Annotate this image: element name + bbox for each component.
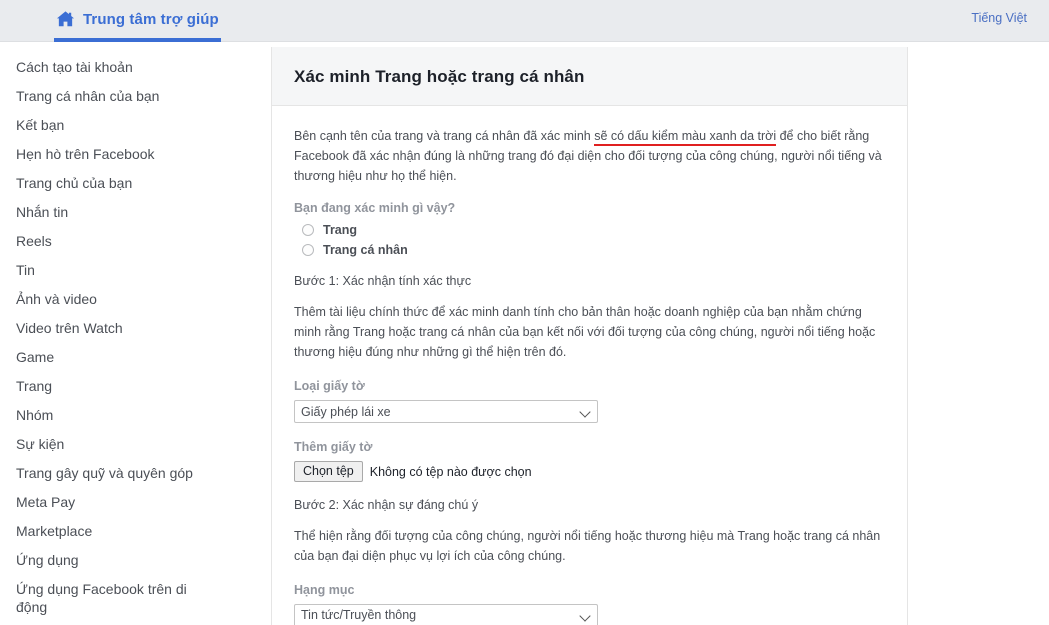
radio-option-page[interactable]: Trang	[302, 222, 885, 238]
document-type-select[interactable]: Giấy phép lái xe	[294, 400, 598, 423]
language-selector[interactable]: Tiếng Việt	[971, 11, 1027, 25]
step1-description: Thêm tài liệu chính thức để xác minh dan…	[294, 305, 876, 359]
verify-question-label: Bạn đang xác minh gì vậy?	[294, 201, 456, 215]
sidebar-item-16[interactable]: Marketplace	[0, 522, 250, 540]
sidebar-item-13[interactable]: Sự kiện	[0, 435, 250, 453]
sidebar-item-0[interactable]: Cách tạo tài khoản	[0, 58, 250, 76]
radio-option-profile[interactable]: Trang cá nhân	[302, 242, 885, 258]
sidebar-item-5[interactable]: Nhắn tin	[0, 203, 250, 221]
intro-paragraph: Bên cạnh tên của trang và trang cá nhân …	[294, 126, 885, 186]
sidebar-item-1[interactable]: Trang cá nhân của bạn	[0, 87, 250, 105]
document-type-select-wrap: Giấy phép lái xe	[294, 400, 598, 423]
sidebar-nav: Cách tạo tài khoản Trang cá nhân của bạn…	[0, 42, 250, 625]
radio-label-page: Trang	[323, 223, 358, 237]
sidebar-item-3[interactable]: Hẹn hò trên Facebook	[0, 145, 250, 163]
top-bar: Trung tâm trợ giúp Tiếng Việt	[0, 0, 1049, 42]
sidebar-item-17[interactable]: Ứng dụng	[0, 551, 250, 569]
radio-circle-icon[interactable]	[302, 244, 314, 256]
sidebar-item-7[interactable]: Tin	[0, 261, 250, 279]
card-header: Xác minh Trang hoặc trang cá nhân	[272, 47, 907, 106]
page-body: Cách tạo tài khoản Trang cá nhân của bạn…	[0, 42, 1049, 625]
radio-label-profile: Trang cá nhân	[323, 243, 408, 257]
category-select-wrap: Tin tức/Truyền thông	[294, 604, 598, 625]
step2-heading: Bước 2: Xác nhận sự đáng chú ý	[294, 498, 479, 512]
intro-text-part1: Bên cạnh tên của trang và trang cá nhân …	[294, 129, 595, 143]
help-center-label: Trung tâm trợ giúp	[83, 10, 219, 28]
sidebar-item-15[interactable]: Meta Pay	[0, 493, 250, 511]
card-body: Bên cạnh tên của trang và trang cá nhân …	[272, 106, 907, 625]
step1-heading: Bước 1: Xác nhận tính xác thực	[294, 274, 472, 288]
intro-highlight: sẽ có dấu kiểm màu xanh da trời	[594, 129, 777, 146]
sidebar-item-4[interactable]: Trang chủ của bạn	[0, 174, 250, 192]
sidebar-item-8[interactable]: Ảnh và video	[0, 290, 250, 308]
home-icon	[56, 10, 75, 28]
sidebar-item-18[interactable]: Ứng dụng Facebook trên di động	[0, 580, 205, 616]
sidebar-item-14[interactable]: Trang gây quỹ và quyên góp	[0, 464, 250, 482]
file-status-text: Không có tệp nào được chọn	[369, 464, 532, 479]
document-type-label: Loại giấy tờ	[294, 379, 365, 393]
file-upload-row: Chọn tệp Không có tệp nào được chọn	[294, 461, 885, 482]
help-center-tab[interactable]: Trung tâm trợ giúp	[54, 0, 221, 42]
choose-file-button[interactable]: Chọn tệp	[294, 461, 363, 482]
radio-circle-icon[interactable]	[302, 224, 314, 236]
page-title: Xác minh Trang hoặc trang cá nhân	[294, 67, 585, 86]
step2-description: Thể hiện rằng đối tượng của công chúng, …	[294, 529, 881, 563]
add-document-label: Thêm giấy tờ	[294, 440, 373, 454]
sidebar-item-6[interactable]: Reels	[0, 232, 250, 250]
sidebar-item-9[interactable]: Video trên Watch	[0, 319, 250, 337]
category-select[interactable]: Tin tức/Truyền thông	[294, 604, 598, 625]
sidebar-item-10[interactable]: Game	[0, 348, 250, 366]
sidebar-item-12[interactable]: Nhóm	[0, 406, 250, 424]
sidebar-item-11[interactable]: Trang	[0, 377, 250, 395]
sidebar-item-2[interactable]: Kết bạn	[0, 116, 250, 134]
verification-card: Xác minh Trang hoặc trang cá nhân Bên cạ…	[271, 47, 908, 625]
category-label: Hạng mục	[294, 583, 355, 597]
